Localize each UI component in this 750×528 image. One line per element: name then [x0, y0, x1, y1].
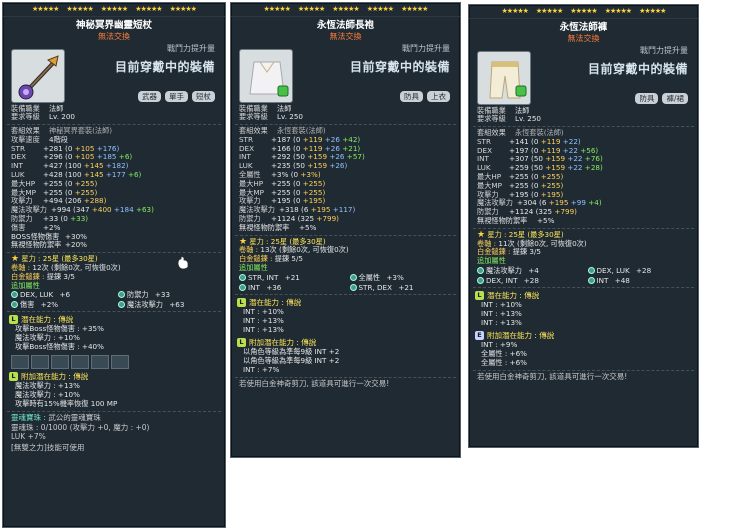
option-icon: [239, 283, 246, 291]
tile-strip: [11, 355, 225, 370]
power-increase-label: 戰鬥力提升量: [640, 45, 688, 55]
skill-note: [無雙之力]技能可使用: [11, 442, 85, 452]
additional-potential-line: INT : +7%: [243, 364, 280, 374]
legendary-icon: L: [9, 372, 18, 382]
star-force-row: ★★★★★ ★★★★★ ★★★★★ ★★★★★ ★★★★★: [3, 3, 225, 17]
tag-category: 武器: [138, 90, 161, 102]
hammer-value: 提鍊 5/5: [274, 254, 303, 264]
item-title: 永恆法師長袍: [316, 20, 374, 31]
stat-list: 套組效果 神秘冥界套裝(法師) 攻擊速度 4階段 STR +281 (0 +105 +…: [11, 127, 225, 250]
potential-label: 潛在能力 : 傳說: [21, 315, 74, 325]
tag-category: 防具: [635, 92, 659, 104]
potential-line: INT : +13%: [481, 318, 522, 328]
stat-row: 套組效果 神秘冥界套裝(法師): [11, 126, 113, 136]
power-increase-label: 戰鬥力提升量: [167, 43, 215, 53]
soul-row: 靈魂寶珠 : 武公的靈魂寶珠: [11, 413, 101, 423]
currently-wearing-label: 目前穿戴中的裝備: [349, 59, 450, 74]
trade-status: 無法交換: [567, 33, 600, 43]
additional-potential-line: 全屬性 : +6%: [481, 358, 527, 368]
level-label: 要求等級: [11, 112, 40, 122]
pants-icon: [477, 50, 531, 105]
additional-potential-label: 附加潛在能力 : 傳說: [487, 330, 555, 340]
option-icon: [477, 277, 484, 285]
option-icon: [349, 283, 357, 291]
scissors-note: 若使用白金神奇剪刀, 該道具可進行一次交易!: [477, 372, 628, 382]
option-icon: [587, 277, 595, 285]
additional-potential-label: 附加潛在能力 : 傳說: [249, 337, 317, 347]
stat-row: 無視怪物防禦率 +5%: [477, 216, 555, 226]
currently-wearing-label: 目前穿戴中的裝備: [114, 59, 215, 74]
tag-slot: 褲/裙: [662, 92, 688, 104]
stat-list: 套組效果 永恆套裝(法師) STR +187 (0 +119 +26 +42) DE…: [239, 127, 460, 233]
option-icon: [239, 273, 246, 281]
legendary-icon: L: [475, 291, 484, 301]
soul-luk: LUK +7%: [11, 432, 46, 442]
item-tooltip-pants: ★★★★★ ★★★★★ ★★★★★ ★★★★★ ★★★★★ 永恆法師褲 無法交換 戰鬥力…: [468, 4, 699, 448]
hand-cursor-icon: [176, 256, 190, 270]
option-icon: [349, 273, 357, 281]
hammer-value: 提鍊 3/5: [512, 247, 541, 257]
soul-stats: 靈魂珠 : 0/1000 (攻擊力 +0, 魔力 : +0): [11, 422, 150, 432]
star-force-row: ★★★★★ ★★★★★ ★★★★★ ★★★★★ ★★★★★: [469, 5, 698, 19]
stat-row: 無視怪物防禦率 +20%: [11, 240, 87, 250]
tag-category: 防具: [400, 90, 423, 102]
legendary-icon: L: [9, 315, 18, 325]
power-increase-label: 戰鬥力提升量: [402, 43, 450, 53]
level-label: 要求等級: [477, 114, 506, 124]
legendary-icon: L: [237, 337, 246, 347]
robe-icon: [239, 48, 293, 103]
scissors-note: 若使用白金神奇剪刀, 該道具可進行一次交易!: [239, 378, 390, 388]
legendary-icon: L: [237, 297, 246, 307]
additional-options: 魔法攻擊力 +4 DEX, LUK +28 DEX, INT +28 INT +…: [477, 266, 698, 285]
star-force-row: ★★★★★ ★★★★★ ★★★★★ ★★★★★ ★★★★★: [231, 3, 460, 17]
item-title: 神秘冥界幽靈短杖: [75, 20, 152, 31]
option-icon: [587, 267, 595, 275]
option-icon: [118, 301, 125, 309]
additional-option-label: 追加屬性: [477, 256, 506, 266]
potential-label: 潛在能力 : 傳說: [249, 297, 302, 307]
epic-icon: E: [475, 331, 484, 341]
hammer-value: 提鍊 3/5: [46, 271, 75, 281]
tag-type: 短杖: [192, 90, 215, 102]
level-value: Lv. 250: [515, 114, 541, 124]
trade-status: 無法交換: [329, 31, 362, 41]
additional-options: DEX, LUK +6 防禦力 +33 傷害 +2% 魔法攻擊力 +63: [11, 290, 225, 309]
trade-status: 無法交換: [98, 31, 130, 41]
tag-slot: 上衣: [427, 90, 450, 102]
item-tooltip-robe: ★★★★★ ★★★★★ ★★★★★ ★★★★★ ★★★★★ 永恆法師長袍 無法交換 戰鬥…: [230, 2, 461, 458]
level-value: Lv. 250: [277, 112, 303, 122]
potential-line: 攻擊Boss怪物傷害 : +40%: [15, 342, 104, 352]
additional-potential-label: 附加潛在能力 : 傳說: [21, 372, 89, 382]
potential-label: 潛在能力 : 傳說: [487, 290, 540, 300]
stat-row: 無視怪物防禦率 +5%: [239, 222, 317, 232]
additional-potential-line: 攻擊時有15%機率恢復 100 MP: [15, 399, 118, 409]
level-value: Lv. 200: [49, 112, 75, 122]
tag-hand: 單手: [165, 90, 188, 102]
staff-icon: [11, 48, 65, 103]
additional-options: STR, INT +21 全屬性 +3% INT +36 STR, DEX +2…: [239, 273, 460, 292]
potential-line: INT : +13%: [243, 324, 284, 334]
item-tooltip-staff: ★★★★★ ★★★★★ ★★★★★ ★★★★★ ★★★★★ 神秘冥界幽靈短杖 無法交換 …: [2, 2, 226, 528]
option-icon: [11, 301, 18, 309]
item-title: 永恆法師褲: [559, 22, 608, 33]
currently-wearing-label: 目前穿戴中的裝備: [587, 61, 688, 76]
option-icon: [118, 291, 125, 299]
stat-list: 套組效果 永恆套裝(法師) STR +141 (0 +119 +22) DEX +19…: [477, 129, 698, 226]
option-icon: [477, 267, 484, 275]
option-icon: [11, 291, 18, 299]
level-label: 要求等級: [239, 112, 268, 122]
additional-option-label: 追加屬性: [239, 263, 268, 273]
additional-option-label: 追加屬性: [11, 280, 40, 290]
